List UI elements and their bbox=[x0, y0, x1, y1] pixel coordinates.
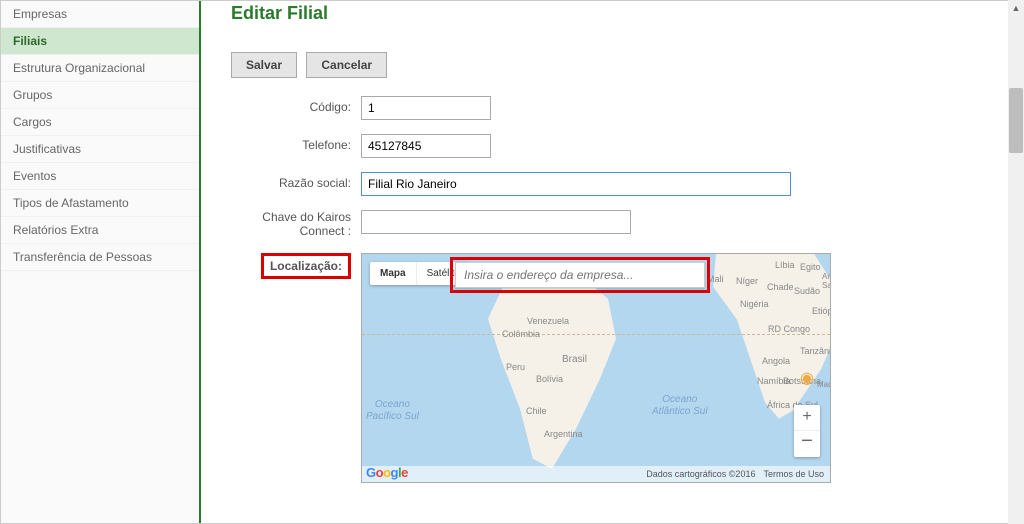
country-niger: Níger bbox=[736, 276, 758, 286]
chave-label: Chave do Kairos Connect : bbox=[231, 210, 361, 239]
google-logo: Google bbox=[366, 465, 408, 480]
country-bolivia: Bolívia bbox=[536, 374, 563, 384]
zoom-in-button[interactable]: + bbox=[794, 405, 820, 431]
country-argentina: Argentina bbox=[544, 429, 583, 439]
sidebar-item-filiais[interactable]: Filiais bbox=[1, 28, 199, 55]
country-nigeria: Nigéria bbox=[740, 299, 769, 309]
cancel-button[interactable]: Cancelar bbox=[306, 52, 387, 78]
map-copyright: Dados cartográficos ©2016 bbox=[646, 469, 755, 479]
country-madagascar: Madagascar bbox=[817, 380, 831, 389]
country-colombia: Colômbia bbox=[502, 329, 540, 339]
chave-kairos-input[interactable] bbox=[361, 210, 631, 234]
country-chade: Chade bbox=[767, 282, 794, 292]
map-type-map[interactable]: Mapa bbox=[370, 262, 417, 285]
country-arabia: Arábia Saudita bbox=[822, 272, 831, 290]
country-egito: Egito bbox=[800, 262, 821, 272]
telefone-input[interactable] bbox=[361, 134, 491, 158]
sidebar-item-tipos-afastamento[interactable]: Tipos de Afastamento bbox=[1, 190, 199, 217]
country-angola: Angola bbox=[762, 356, 790, 366]
codigo-input[interactable] bbox=[361, 96, 491, 120]
scroll-thumb[interactable] bbox=[1009, 88, 1023, 153]
ocean-label-atlantico: OceanoAtlântico Sul bbox=[652, 394, 708, 418]
localizacao-label: Localização: bbox=[261, 253, 351, 279]
sidebar-item-relatorios[interactable]: Relatórios Extra bbox=[1, 217, 199, 244]
sidebar-item-transferencia[interactable]: Transferência de Pessoas bbox=[1, 244, 199, 271]
sidebar-item-eventos[interactable]: Eventos bbox=[1, 163, 199, 190]
country-sudao: Sudão bbox=[794, 286, 820, 296]
save-button[interactable]: Salvar bbox=[231, 52, 297, 78]
telefone-label: Telefone: bbox=[231, 134, 361, 152]
ocean-label-pacifico: OceanoPacífico Sul bbox=[366, 399, 419, 423]
country-etiopia: Etiópia bbox=[812, 306, 831, 316]
sidebar-item-empresas[interactable]: Empresas bbox=[1, 1, 199, 28]
pegman-icon[interactable]: ◉ bbox=[795, 368, 819, 392]
country-chile: Chile bbox=[526, 406, 547, 416]
scroll-up-arrow[interactable]: ▲ bbox=[1008, 0, 1024, 16]
map-zoom-controls: + − bbox=[794, 405, 820, 457]
razao-social-input[interactable] bbox=[361, 172, 791, 196]
codigo-label: Código: bbox=[231, 96, 361, 114]
razao-label: Razão social: bbox=[231, 172, 361, 190]
sidebar-item-estrutura[interactable]: Estrutura Organizacional bbox=[1, 55, 199, 82]
sidebar-item-cargos[interactable]: Cargos bbox=[1, 109, 199, 136]
action-buttons: Salvar Cancelar bbox=[231, 52, 993, 78]
country-brasil: Brasil bbox=[562, 354, 587, 365]
map-terms-link[interactable]: Termos de Uso bbox=[763, 469, 824, 479]
country-tanzania: Tanzânia bbox=[800, 346, 831, 356]
country-libia: Líbia bbox=[775, 260, 795, 270]
sidebar-item-grupos[interactable]: Grupos bbox=[1, 82, 199, 109]
vertical-scrollbar[interactable]: ▲ bbox=[1008, 0, 1024, 524]
country-rdcongo: RD Congo bbox=[768, 324, 810, 334]
page-title: Editar Filial bbox=[231, 3, 993, 24]
zoom-out-button[interactable]: − bbox=[794, 431, 820, 457]
sidebar: Empresas Filiais Estrutura Organizaciona… bbox=[1, 1, 201, 523]
map-address-search[interactable] bbox=[455, 262, 705, 288]
map-search-highlight bbox=[450, 257, 710, 293]
map[interactable]: OceanoPacífico Sul OceanoAtlântico Sul V… bbox=[361, 253, 831, 483]
country-peru: Peru bbox=[506, 362, 525, 372]
country-venezuela: Venezuela bbox=[527, 316, 569, 326]
sidebar-item-justificativas[interactable]: Justificativas bbox=[1, 136, 199, 163]
main-content: Editar Filial Salvar Cancelar Código: Te… bbox=[201, 1, 1023, 523]
